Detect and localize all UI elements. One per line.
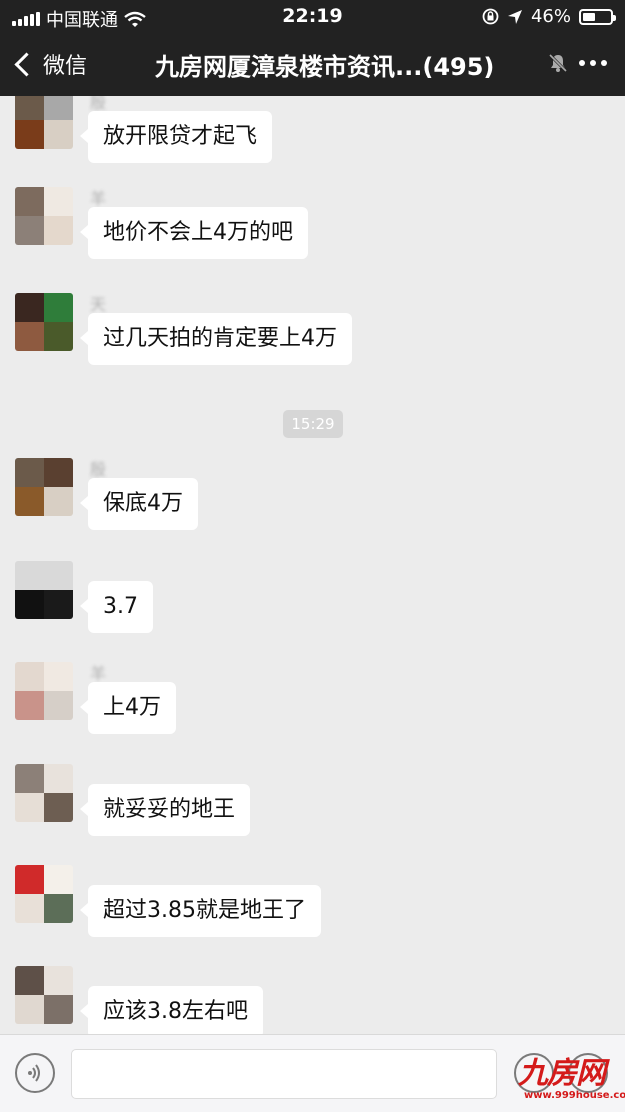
message-bubble[interactable]: 地价不会上4万的吧 — [80, 207, 308, 259]
avatar[interactable] — [15, 293, 73, 351]
status-bar: 中国联通 22:19 46% — [0, 0, 625, 32]
more-button[interactable] — [579, 60, 607, 66]
message-bubble[interactable]: 应该3.8左右吧 — [80, 986, 263, 1034]
mute-icon — [548, 53, 568, 73]
battery-percent: 46% — [530, 6, 571, 27]
back-button[interactable]: 微信 — [12, 48, 87, 80]
dot-icon — [579, 60, 585, 66]
message-bubble[interactable]: 过几天拍的肯定要上4万 — [80, 313, 352, 365]
avatar[interactable] — [15, 187, 73, 245]
dot-icon — [590, 60, 596, 66]
chat-area[interactable]: 殷 放开限贷才起飞 羊 地价不会上4万的吧 天 过几天拍的肯定要上4万 15:2… — [0, 96, 625, 1034]
battery-icon — [579, 8, 616, 25]
message-input[interactable] — [71, 1049, 497, 1099]
timestamp: 15:29 — [283, 410, 343, 438]
rotation-lock-icon — [482, 8, 499, 25]
message-bubble[interactable]: 保底4万 — [80, 478, 198, 530]
avatar[interactable] — [15, 764, 73, 822]
message-bubble[interactable]: 超过3.85就是地王了 — [80, 885, 321, 937]
chat-title: 九房网厦漳泉楼市资讯...(495) — [155, 53, 495, 81]
avatar[interactable] — [15, 458, 73, 516]
avatar[interactable] — [15, 561, 73, 619]
watermark-url: www.999house.com — [524, 1090, 625, 1101]
sender-name: 羊 — [90, 189, 107, 208]
message-bubble[interactable]: 3.7 — [80, 581, 153, 633]
sender-name: 天 — [90, 295, 107, 314]
message-bubble[interactable]: 上4万 — [80, 682, 176, 734]
avatar[interactable] — [15, 662, 73, 720]
status-right: 46% — [482, 6, 616, 27]
voice-button[interactable] — [15, 1053, 55, 1093]
chevron-left-icon — [14, 51, 39, 77]
avatar[interactable] — [15, 966, 73, 1024]
watermark-logo: 九房网 — [518, 1056, 606, 1091]
back-label: 微信 — [43, 54, 88, 79]
dot-icon — [601, 60, 607, 66]
voice-icon — [28, 1064, 40, 1082]
nav-bar: 微信 九房网厦漳泉楼市资讯...(495) — [0, 32, 625, 96]
message-bubble[interactable]: 放开限贷才起飞 — [79, 111, 273, 163]
avatar[interactable] — [15, 96, 73, 149]
sender-name: 羊 — [90, 664, 107, 683]
message-bubble[interactable]: 就妥妥的地王 — [79, 784, 251, 836]
avatar[interactable] — [15, 865, 73, 923]
watermark: 九房网 www.999house.com — [518, 1056, 625, 1110]
sender-name: 殷 — [90, 460, 107, 479]
location-icon — [507, 9, 522, 24]
